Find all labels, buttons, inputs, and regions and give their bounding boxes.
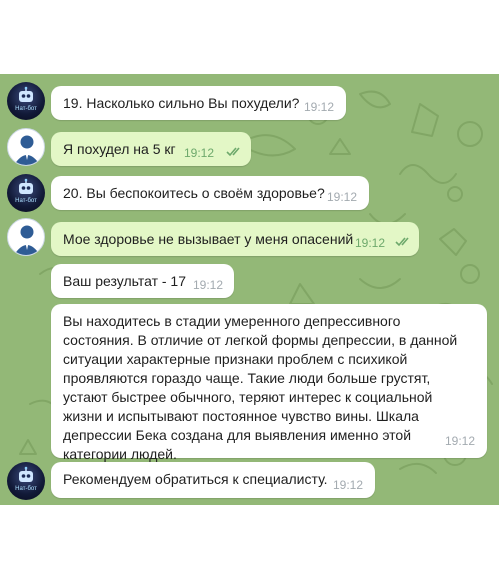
message-time: 19:12 [193, 278, 224, 292]
bot-avatar[interactable]: Нат-бот [7, 82, 45, 120]
robot-icon [19, 178, 33, 194]
double-check-icon [395, 237, 409, 247]
message-text: Ваш результат - 17 [63, 273, 186, 289]
double-check-icon [226, 147, 240, 157]
message-time: 19:12 [444, 434, 475, 448]
message-text: Вы находитесь в стадии умеренного депрес… [63, 313, 458, 462]
bot-avatar-label: Нат-бот [15, 486, 37, 492]
message-bubble-incoming[interactable]: Ваш результат - 17 19:12 [51, 264, 234, 298]
chat-area: Нат-бот 19. Насколько сильно Вы похудели… [0, 74, 499, 505]
message-time: 19:12 [332, 478, 363, 492]
robot-icon [19, 86, 33, 102]
message-time: 19:12 [303, 100, 334, 114]
user-silhouette-icon [14, 135, 40, 165]
bot-avatar[interactable]: Нат-бот [7, 174, 45, 212]
user-avatar[interactable] [7, 128, 45, 166]
message-text: Я похудел на 5 кг [63, 141, 176, 157]
message-row: Нат-бот Рекомендуем обратиться к специал… [0, 460, 499, 504]
message-row: Нат-бот 20. Вы беспокоитесь о своём здор… [0, 172, 499, 216]
message-text: 19. Насколько сильно Вы похудели? [63, 95, 300, 111]
message-bubble-outgoing[interactable]: Мое здоровье не вызывает у меня опасений… [51, 222, 419, 256]
message-bubble-incoming[interactable]: Вы находитесь в стадии умеренного депрес… [51, 304, 487, 462]
message-bubble-incoming[interactable]: 20. Вы беспокоитесь о своём здоровье? 19… [51, 176, 369, 210]
message-text: 20. Вы беспокоитесь о своём здоровье? [63, 185, 325, 201]
message-bubble-incoming[interactable]: Рекомендуем обратиться к специалисту. 19… [51, 462, 375, 498]
bot-avatar-label: Нат-бот [15, 106, 37, 112]
bot-avatar[interactable]: Нат-бот [7, 462, 45, 500]
message-text: Мое здоровье не вызывает у меня опасений [63, 231, 354, 247]
user-avatar[interactable] [7, 218, 45, 256]
message-row: Мое здоровье не вызывает у меня опасений… [0, 216, 499, 262]
message-text: Рекомендуем обратиться к специалисту. [63, 471, 328, 487]
bot-avatar-label: Нат-бот [15, 198, 37, 204]
message-time: 19:12 [355, 236, 386, 250]
user-silhouette-icon [14, 225, 40, 255]
message-bubble-outgoing[interactable]: Я похудел на 5 кг 19:12 [51, 132, 251, 166]
robot-icon [19, 466, 33, 482]
message-time: 19:12 [326, 190, 357, 204]
message-bubble-incoming[interactable]: 19. Насколько сильно Вы похудели? 19:12 [51, 86, 346, 120]
message-row: Я похудел на 5 кг 19:12 [0, 126, 499, 170]
message-time: 19:12 [184, 146, 215, 160]
message-row: Нат-бот 19. Насколько сильно Вы похудели… [0, 76, 499, 120]
